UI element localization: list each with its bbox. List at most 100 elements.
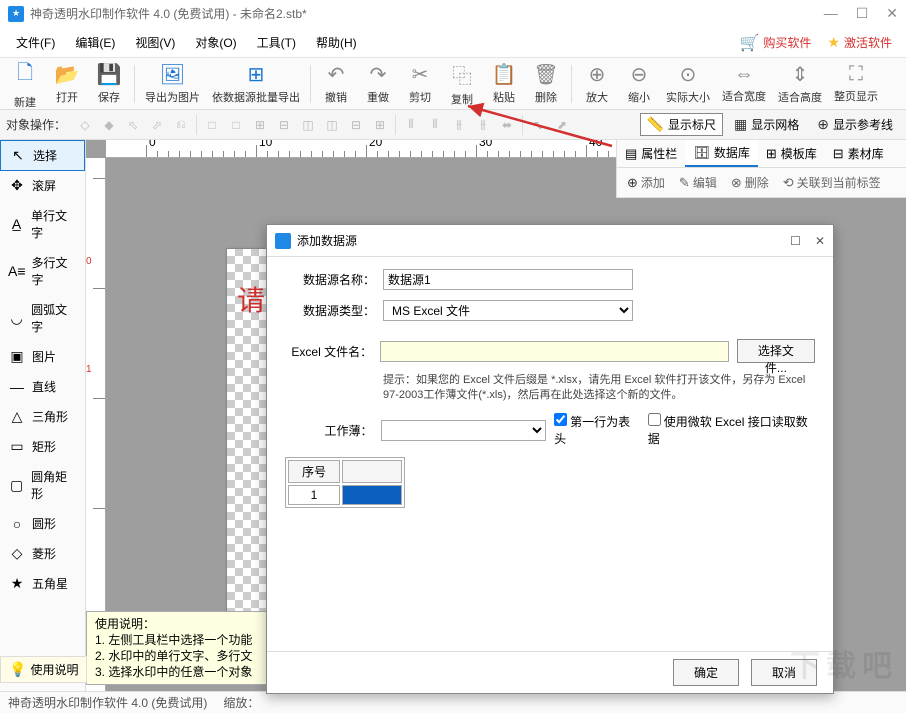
excel-file-label: Excel 文件名： (285, 343, 372, 360)
obj-op-12[interactable]: ⊟ (345, 114, 367, 136)
undo-button[interactable]: ↶撤销 (315, 60, 357, 107)
buy-software-link[interactable]: 🛒 购买软件 (731, 31, 819, 55)
action-del[interactable]: ⊗删除 (725, 171, 775, 194)
menu-tool[interactable]: 工具(T) (247, 30, 306, 55)
action-edit[interactable]: ✎编辑 (673, 171, 723, 194)
maximize-button[interactable]: ☐ (856, 5, 869, 22)
action-link[interactable]: ⟲关联到当前标签 (777, 171, 887, 194)
obj-op-22[interactable]: ⬈ (551, 114, 573, 136)
zoomin-button[interactable]: ⊕放大 (576, 60, 618, 107)
copy-button[interactable]: ⿻复制 (441, 58, 483, 109)
obj-op-13[interactable]: ⊞ (369, 114, 391, 136)
redo-button[interactable]: ↷重做 (357, 60, 399, 107)
tool-multi[interactable]: A≡多行文字 (0, 248, 85, 295)
star-icon: ★ (827, 34, 840, 51)
fith-button[interactable]: ⇕适合高度 (772, 60, 828, 107)
line-label: 直线 (32, 378, 56, 395)
obj-op-10[interactable]: ◫ (297, 114, 319, 136)
obj-op-0[interactable]: ◇ (74, 114, 96, 136)
obj-op-3[interactable]: ⬀ (146, 114, 168, 136)
menu-view[interactable]: 视图(V) (125, 30, 185, 55)
first-row-header-checkbox[interactable]: 第一行为表头 (554, 413, 640, 447)
dialog-maximize[interactable]: ☐ (790, 234, 801, 248)
close-button[interactable]: ✕ (886, 5, 898, 22)
obj-op-9[interactable]: ⊟ (273, 114, 295, 136)
obj-op-11[interactable]: ◫ (321, 114, 343, 136)
obj-op-8[interactable]: ⊞ (249, 114, 271, 136)
paste-button[interactable]: 📋粘贴 (483, 60, 525, 107)
obj-op-2[interactable]: ⬁ (122, 114, 144, 136)
ds-type-select[interactable]: MS Excel 文件 (383, 300, 633, 321)
tool-tri[interactable]: △三角形 (0, 402, 85, 432)
delete-label: 删除 (535, 89, 557, 105)
obj-op-15[interactable]: ⫴ (400, 114, 422, 136)
tool-scroll[interactable]: ✥滚屏 (0, 171, 85, 201)
tab-material[interactable]: ⊟素材库 (825, 140, 892, 167)
tab-database[interactable]: 🗄数据库 (685, 140, 758, 167)
menu-help[interactable]: 帮助(H) (306, 30, 367, 55)
actual-label: 实际大小 (666, 89, 710, 105)
obj-op-17[interactable]: ⫵ (448, 114, 470, 136)
select-label: 选择 (33, 147, 57, 164)
zoomout-button[interactable]: ⊖缩小 (618, 60, 660, 107)
selected-cell[interactable] (342, 485, 402, 505)
obj-op-18[interactable]: ⫵ (472, 114, 494, 136)
dialog-close[interactable]: ✕ (815, 234, 825, 248)
arc-label: 圆弧文字 (31, 301, 77, 335)
show-ruler-button[interactable]: 📏 显示标尺 (640, 113, 723, 136)
col-blank (342, 460, 402, 483)
menu-edit[interactable]: 编辑(E) (65, 30, 125, 55)
export-img-button[interactable]: 🖼导出为图片 (139, 60, 206, 107)
ds-name-input[interactable] (383, 269, 633, 290)
delete-button[interactable]: 🗑删除 (525, 60, 567, 107)
tab-template[interactable]: ⊞模板库 (758, 140, 825, 167)
copy-label: 复制 (451, 91, 473, 107)
obj-op-1[interactable]: ◆ (98, 114, 120, 136)
tool-circ[interactable]: ○圆形 (0, 509, 85, 539)
tool-rrect[interactable]: ▢圆角矩形 (0, 462, 85, 509)
edit-icon: ✎ (679, 175, 690, 191)
obj-op-4[interactable]: ⎌ (170, 114, 192, 136)
menu-object[interactable]: 对象(O) (185, 30, 246, 55)
obj-op-16[interactable]: ⫴ (424, 114, 446, 136)
tool-rect[interactable]: ▭矩形 (0, 432, 85, 462)
table-row[interactable]: 1 (288, 485, 402, 505)
sheet-select[interactable] (381, 420, 547, 441)
obj-op-19[interactable]: ⬌ (496, 114, 518, 136)
tab-property[interactable]: ▤属性栏 (617, 140, 685, 167)
tool-single[interactable]: A̲单行文字 (0, 201, 85, 248)
browse-button[interactable]: 选择文件... (737, 339, 815, 363)
export-data-button[interactable]: ⊞依数据源批量导出 (206, 60, 306, 107)
ok-button[interactable]: 确定 (673, 659, 739, 686)
menu-file[interactable]: 文件(F) (6, 30, 65, 55)
save-button[interactable]: 💾保存 (88, 60, 130, 107)
help-button[interactable]: 💡 使用说明 (0, 656, 87, 683)
watermark-text[interactable]: 请 (237, 279, 265, 319)
tool-diam[interactable]: ◇菱形 (0, 539, 85, 569)
activate-software-link[interactable]: ★ 激活软件 (819, 32, 900, 53)
fitw-button[interactable]: ⇔适合宽度 (716, 61, 772, 106)
tool-line[interactable]: —直线 (0, 372, 85, 402)
excel-file-input[interactable] (380, 341, 729, 362)
obj-op-7[interactable]: □ (225, 114, 247, 136)
tool-arc[interactable]: ◡圆弧文字 (0, 295, 85, 342)
open-button[interactable]: 📂打开 (46, 60, 88, 107)
show-guide-button[interactable]: ⊕ 显示参考线 (810, 113, 900, 136)
show-grid-button[interactable]: ▦ 显示网格 (727, 113, 806, 136)
minimize-button[interactable]: — (824, 5, 838, 22)
cancel-button[interactable]: 取消 (751, 659, 817, 686)
obj-op-21[interactable]: ⬉ (527, 114, 549, 136)
col-seq: 序号 (288, 460, 340, 483)
new-button[interactable]: 🗋新建 (4, 56, 46, 112)
tool-star[interactable]: ★五角星 (0, 569, 85, 599)
select-icon: ↖ (9, 147, 27, 164)
tool-select[interactable]: ↖ 选择 (0, 140, 85, 171)
use-excel-interface-checkbox[interactable]: 使用微软 Excel 接口读取数据 (648, 413, 815, 447)
actual-button[interactable]: ⊙实际大小 (660, 60, 716, 107)
fitpage-button[interactable]: ⛶整页显示 (828, 61, 884, 106)
action-add[interactable]: ⊕添加 (621, 171, 671, 194)
obj-op-6[interactable]: □ (201, 114, 223, 136)
star-icon: ★ (8, 575, 26, 592)
cut-button[interactable]: ✂剪切 (399, 60, 441, 107)
tool-image[interactable]: ▣图片 (0, 342, 85, 372)
